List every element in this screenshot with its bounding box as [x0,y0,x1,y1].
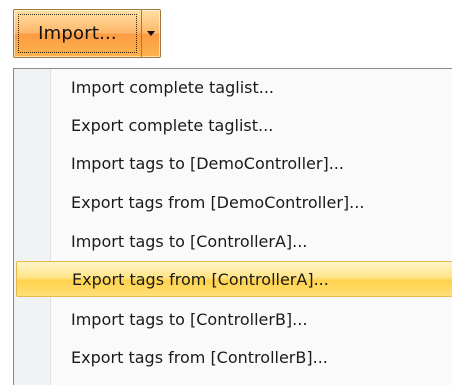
import-button-label: Import... [38,23,117,44]
menu-item-import-tags-controllerb[interactable]: Import tags to [ControllerB]... [16,301,452,337]
menu-item-export-tags-controllera[interactable]: Export tags from [ControllerA]... [16,261,452,297]
menu-item-label: Import complete taglist... [71,77,274,97]
menu-item-label: Export tags from [ControllerB]... [71,347,328,367]
menu-item-import-tags-democontroller[interactable]: Import tags to [DemoController]... [16,145,452,181]
menu-item-label: Import tags to [ControllerB]... [71,309,308,329]
menu-item-export-tags-democontroller[interactable]: Export tags from [DemoController]... [16,184,452,220]
chevron-down-icon [147,31,155,36]
menu-item-label: Import tags to [ControllerA]... [71,231,308,251]
menu-item-label: Import tags to [DemoController]... [71,153,344,173]
menu-item-label: Export tags from [DemoController]... [71,192,365,212]
import-dropdown-arrow[interactable] [142,10,160,57]
menu-item-import-complete-taglist[interactable]: Import complete taglist... [16,69,452,105]
menu-item-label: Export complete taglist... [71,115,274,135]
import-menu: Import complete taglist... Export comple… [13,68,452,385]
menu-item-label: Export tags from [ControllerA]... [72,269,329,289]
menu-item-import-tags-controllera[interactable]: Import tags to [ControllerA]... [16,223,452,259]
menu-item-export-complete-taglist[interactable]: Export complete taglist... [16,107,452,143]
app-root: Import... Import complete taglist... Exp… [0,0,452,385]
import-split-button: Import... [13,9,161,58]
menu-item-export-tags-controllerb[interactable]: Export tags from [ControllerB]... [16,339,452,375]
import-button[interactable]: Import... [18,14,137,53]
